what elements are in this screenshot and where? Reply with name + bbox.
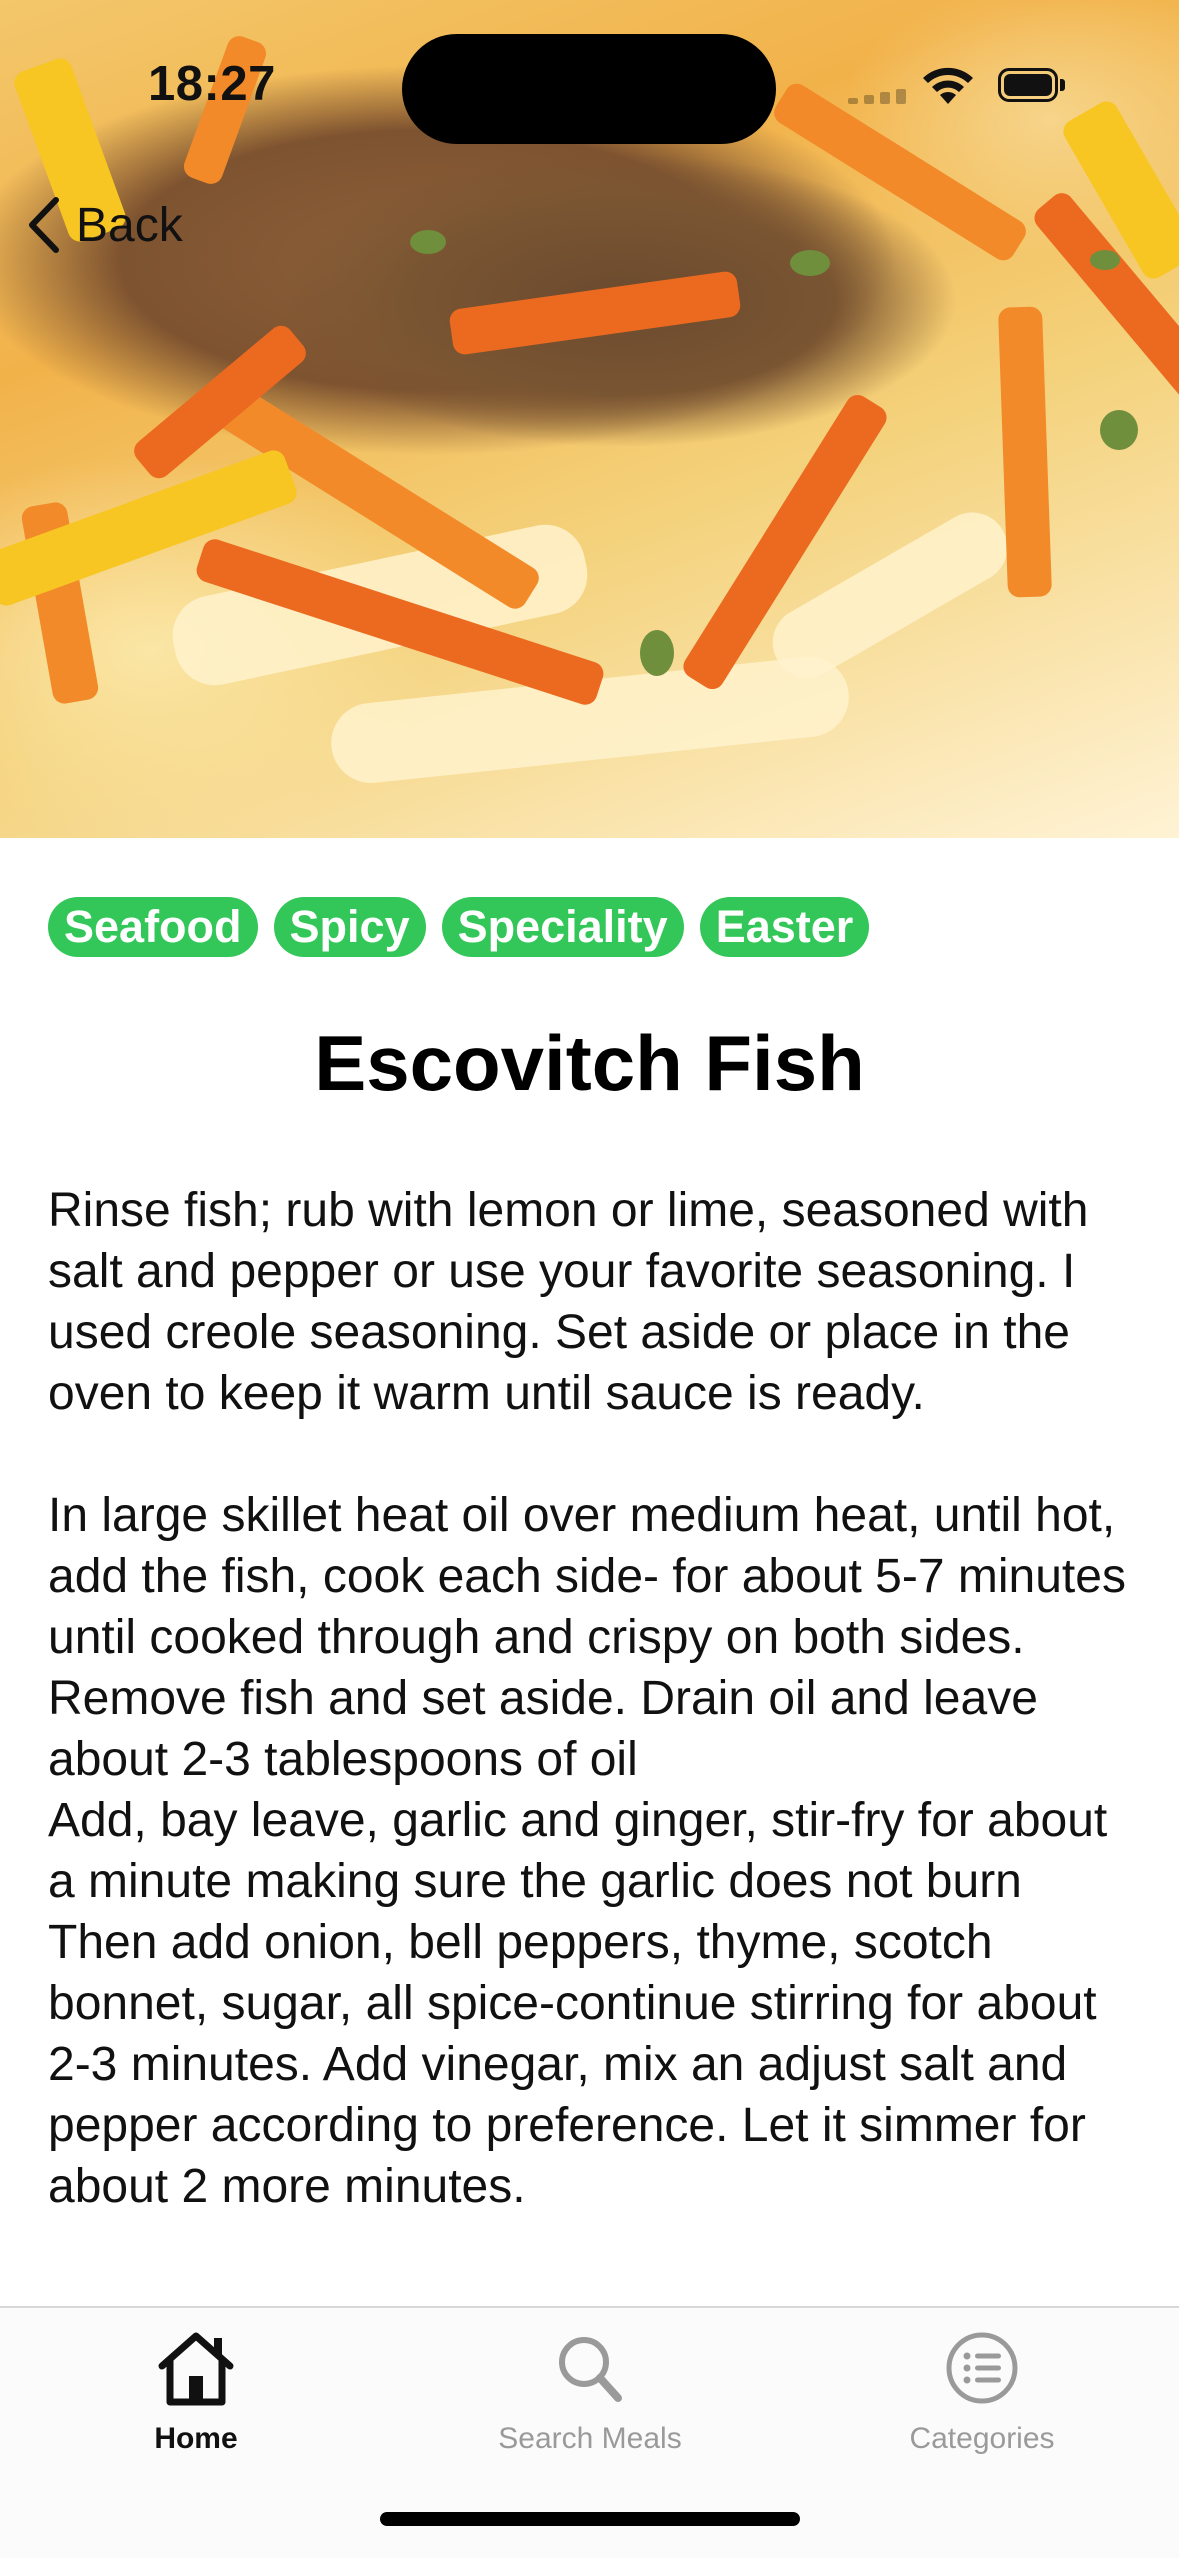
tag-seafood: Seafood (48, 897, 258, 957)
back-label: Back (76, 198, 183, 252)
tag-list: Seafood Spicy Speciality Easter (48, 897, 870, 957)
tab-categories[interactable]: Categories (832, 2328, 1132, 2478)
list-circle-icon (946, 2332, 1018, 2404)
battery-icon (998, 68, 1068, 104)
tab-search-meals-label: Search Meals (498, 2422, 682, 2455)
magnifier-icon (559, 2337, 622, 2402)
wifi-icon (923, 67, 973, 104)
tag-easter: Easter (699, 897, 870, 957)
back-button[interactable]: Back (24, 190, 183, 260)
tab-home-label: Home (154, 2422, 238, 2455)
home-indicator[interactable] (380, 2512, 800, 2526)
dynamic-island (402, 34, 776, 144)
tab-search-meals[interactable]: Search Meals (440, 2328, 740, 2478)
status-time: 18:27 (148, 57, 276, 111)
tag-spicy: Spicy (273, 897, 426, 957)
house-icon (158, 2332, 234, 2406)
meal-instructions[interactable]: Rinse fish; rub with lemon or lime, seas… (48, 1180, 1138, 2300)
tag-speciality: Speciality (441, 897, 684, 957)
meal-title: Escovitch Fish (314, 1019, 865, 1107)
chevron-left-icon (29, 197, 59, 253)
tab-categories-label: Categories (909, 2422, 1055, 2455)
tab-home[interactable]: Home (46, 2328, 346, 2478)
cellular-signal-icon (848, 86, 908, 104)
